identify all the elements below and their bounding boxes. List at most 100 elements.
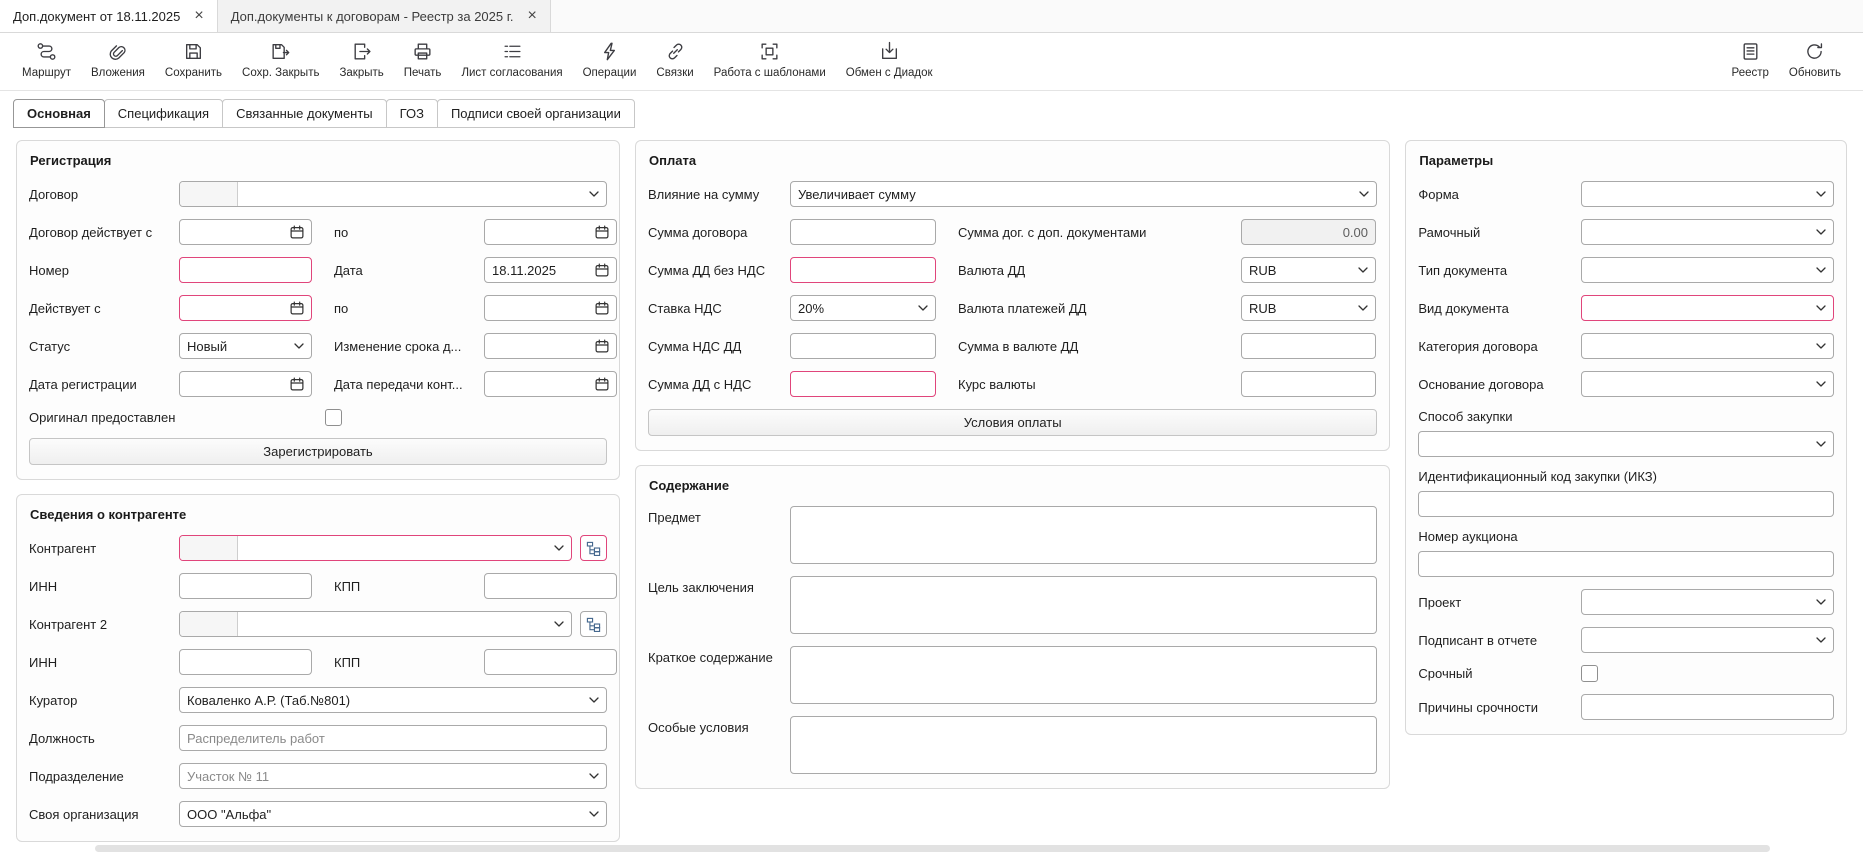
chevron-down-icon	[1816, 599, 1826, 605]
registry-button[interactable]: Реестр	[1722, 40, 1779, 80]
influence-select[interactable]: Увеличивает сумму	[790, 181, 1377, 207]
route-button[interactable]: Маршрут	[12, 40, 81, 80]
special-terms-textarea[interactable]	[790, 716, 1377, 774]
window-tab-registry[interactable]: Доп.документы к договорам - Реестр за 20…	[218, 0, 551, 32]
influence-label: Влияние на сумму	[648, 187, 790, 202]
chevron-down-icon	[1816, 305, 1826, 311]
calendar-icon[interactable]	[595, 339, 609, 353]
scrollbar-thumb[interactable]	[95, 845, 1770, 852]
contract-sum-input[interactable]	[790, 219, 936, 245]
original-provided-checkbox[interactable]	[325, 409, 342, 426]
auction-number-input[interactable]	[1418, 551, 1834, 577]
chevron-down-icon	[918, 305, 928, 311]
doc-type-select[interactable]	[1581, 257, 1834, 283]
acts-to-date[interactable]	[484, 295, 617, 321]
curator-select[interactable]: Коваленко А.Р. (Таб.№801)	[179, 687, 607, 713]
summary-textarea[interactable]	[790, 646, 1377, 704]
form-select[interactable]	[1581, 181, 1834, 207]
kpp-input[interactable]	[484, 573, 617, 599]
sum-no-vat-input[interactable]	[790, 257, 936, 283]
framework-select[interactable]	[1581, 219, 1834, 245]
currency-rate-input[interactable]	[1241, 371, 1376, 397]
toolbar-label: Обмен с Диадок	[846, 67, 933, 79]
counterparty2-tree-button[interactable]	[580, 611, 607, 637]
counterparty2-select[interactable]	[179, 611, 572, 637]
inn2-input[interactable]	[179, 649, 312, 675]
calendar-icon[interactable]	[595, 377, 609, 391]
purpose-textarea[interactable]	[790, 576, 1377, 634]
department-label: Подразделение	[29, 769, 179, 784]
counterparty2-code-segment[interactable]	[180, 612, 238, 636]
currency-select[interactable]: RUB	[1241, 257, 1376, 283]
report-signer-select[interactable]	[1581, 627, 1834, 653]
contract-valid-to-date[interactable]	[484, 219, 617, 245]
basis-select[interactable]	[1581, 371, 1834, 397]
links-button[interactable]: Связки	[646, 40, 703, 80]
category-select[interactable]	[1581, 333, 1834, 359]
date-input[interactable]: 18.11.2025	[484, 257, 617, 283]
print-button[interactable]: Печать	[394, 40, 452, 80]
calendar-icon[interactable]	[595, 301, 609, 315]
close-document-button[interactable]: Закрыть	[329, 40, 393, 80]
attachments-button[interactable]: Вложения	[81, 40, 155, 80]
counterparty-select[interactable]	[179, 535, 572, 561]
close-icon[interactable]: ×	[528, 8, 537, 24]
ikz-input[interactable]	[1418, 491, 1834, 517]
vat-sum-input[interactable]	[790, 333, 936, 359]
tab-goz[interactable]: ГОЗ	[386, 99, 438, 128]
paperclip-icon	[107, 41, 128, 62]
urgency-reason-input[interactable]	[1581, 694, 1834, 720]
department-select[interactable]: Участок № 11	[179, 763, 607, 789]
calendar-icon[interactable]	[290, 301, 304, 315]
vat-rate-label: Ставка НДС	[648, 301, 790, 316]
vat-rate-select[interactable]: 20%	[790, 295, 936, 321]
tab-podpisi-organizacii[interactable]: Подписи своей организации	[437, 99, 635, 128]
transfer-date[interactable]	[484, 371, 617, 397]
payment-terms-button[interactable]: Условия оплаты	[648, 409, 1377, 436]
register-button[interactable]: Зарегистрировать	[29, 438, 607, 465]
save-button[interactable]: Сохранить	[155, 40, 232, 80]
project-select[interactable]	[1581, 589, 1834, 615]
tab-svyazannye-dokumenty[interactable]: Связанные документы	[222, 99, 387, 128]
term-change-date[interactable]	[484, 333, 617, 359]
procurement-method-select[interactable]	[1418, 431, 1834, 457]
chevron-down-icon	[1358, 267, 1368, 273]
calendar-icon[interactable]	[290, 225, 304, 239]
calendar-icon[interactable]	[290, 377, 304, 391]
ikz-label: Идентификационный код закупки (ИКЗ)	[1418, 469, 1834, 484]
own-organization-select[interactable]: ООО "Альфа"	[179, 801, 607, 827]
urgent-checkbox[interactable]	[1581, 665, 1598, 682]
inn-input[interactable]	[179, 573, 312, 599]
status-select[interactable]: Новый	[179, 333, 312, 359]
contract-valid-from-date[interactable]	[179, 219, 312, 245]
diadoc-exchange-button[interactable]: Обмен с Диадок	[836, 40, 943, 80]
registration-date[interactable]	[179, 371, 312, 397]
save-close-button[interactable]: Сохр. Закрыть	[232, 40, 329, 80]
contract-code-segment[interactable]	[180, 182, 238, 206]
pay-currency-select[interactable]: RUB	[1241, 295, 1376, 321]
sum-with-vat-input[interactable]	[790, 371, 936, 397]
tab-specifikaciya[interactable]: Спецификация	[104, 99, 223, 128]
approval-sheet-button[interactable]: Лист согласования	[451, 40, 572, 80]
counterparty-code-segment[interactable]	[180, 536, 238, 560]
contract-select[interactable]	[179, 181, 607, 207]
acts-from-date[interactable]	[179, 295, 312, 321]
operations-button[interactable]: Операции	[573, 40, 647, 80]
window-tab-active[interactable]: Доп.документ от 18.11.2025 ×	[0, 0, 218, 32]
toolbar-label: Операции	[583, 67, 637, 79]
calendar-icon[interactable]	[595, 225, 609, 239]
sum-in-currency-input[interactable]	[1241, 333, 1376, 359]
templates-button[interactable]: Работа с шаблонами	[704, 40, 836, 80]
tab-osnovnaya[interactable]: Основная	[13, 99, 105, 128]
calendar-icon[interactable]	[595, 263, 609, 277]
subject-textarea[interactable]	[790, 506, 1377, 564]
counterparty-tree-button[interactable]	[580, 535, 607, 561]
doc-kind-select[interactable]	[1581, 295, 1834, 321]
close-icon[interactable]: ×	[194, 8, 203, 24]
refresh-button[interactable]: Обновить	[1779, 40, 1851, 80]
contract-sum-label: Сумма договора	[648, 225, 790, 240]
position-input[interactable]: Распределитель работ	[179, 725, 607, 751]
kpp2-input[interactable]	[484, 649, 617, 675]
number-input[interactable]	[179, 257, 312, 283]
counterparty2-label: Контрагент 2	[29, 617, 179, 632]
